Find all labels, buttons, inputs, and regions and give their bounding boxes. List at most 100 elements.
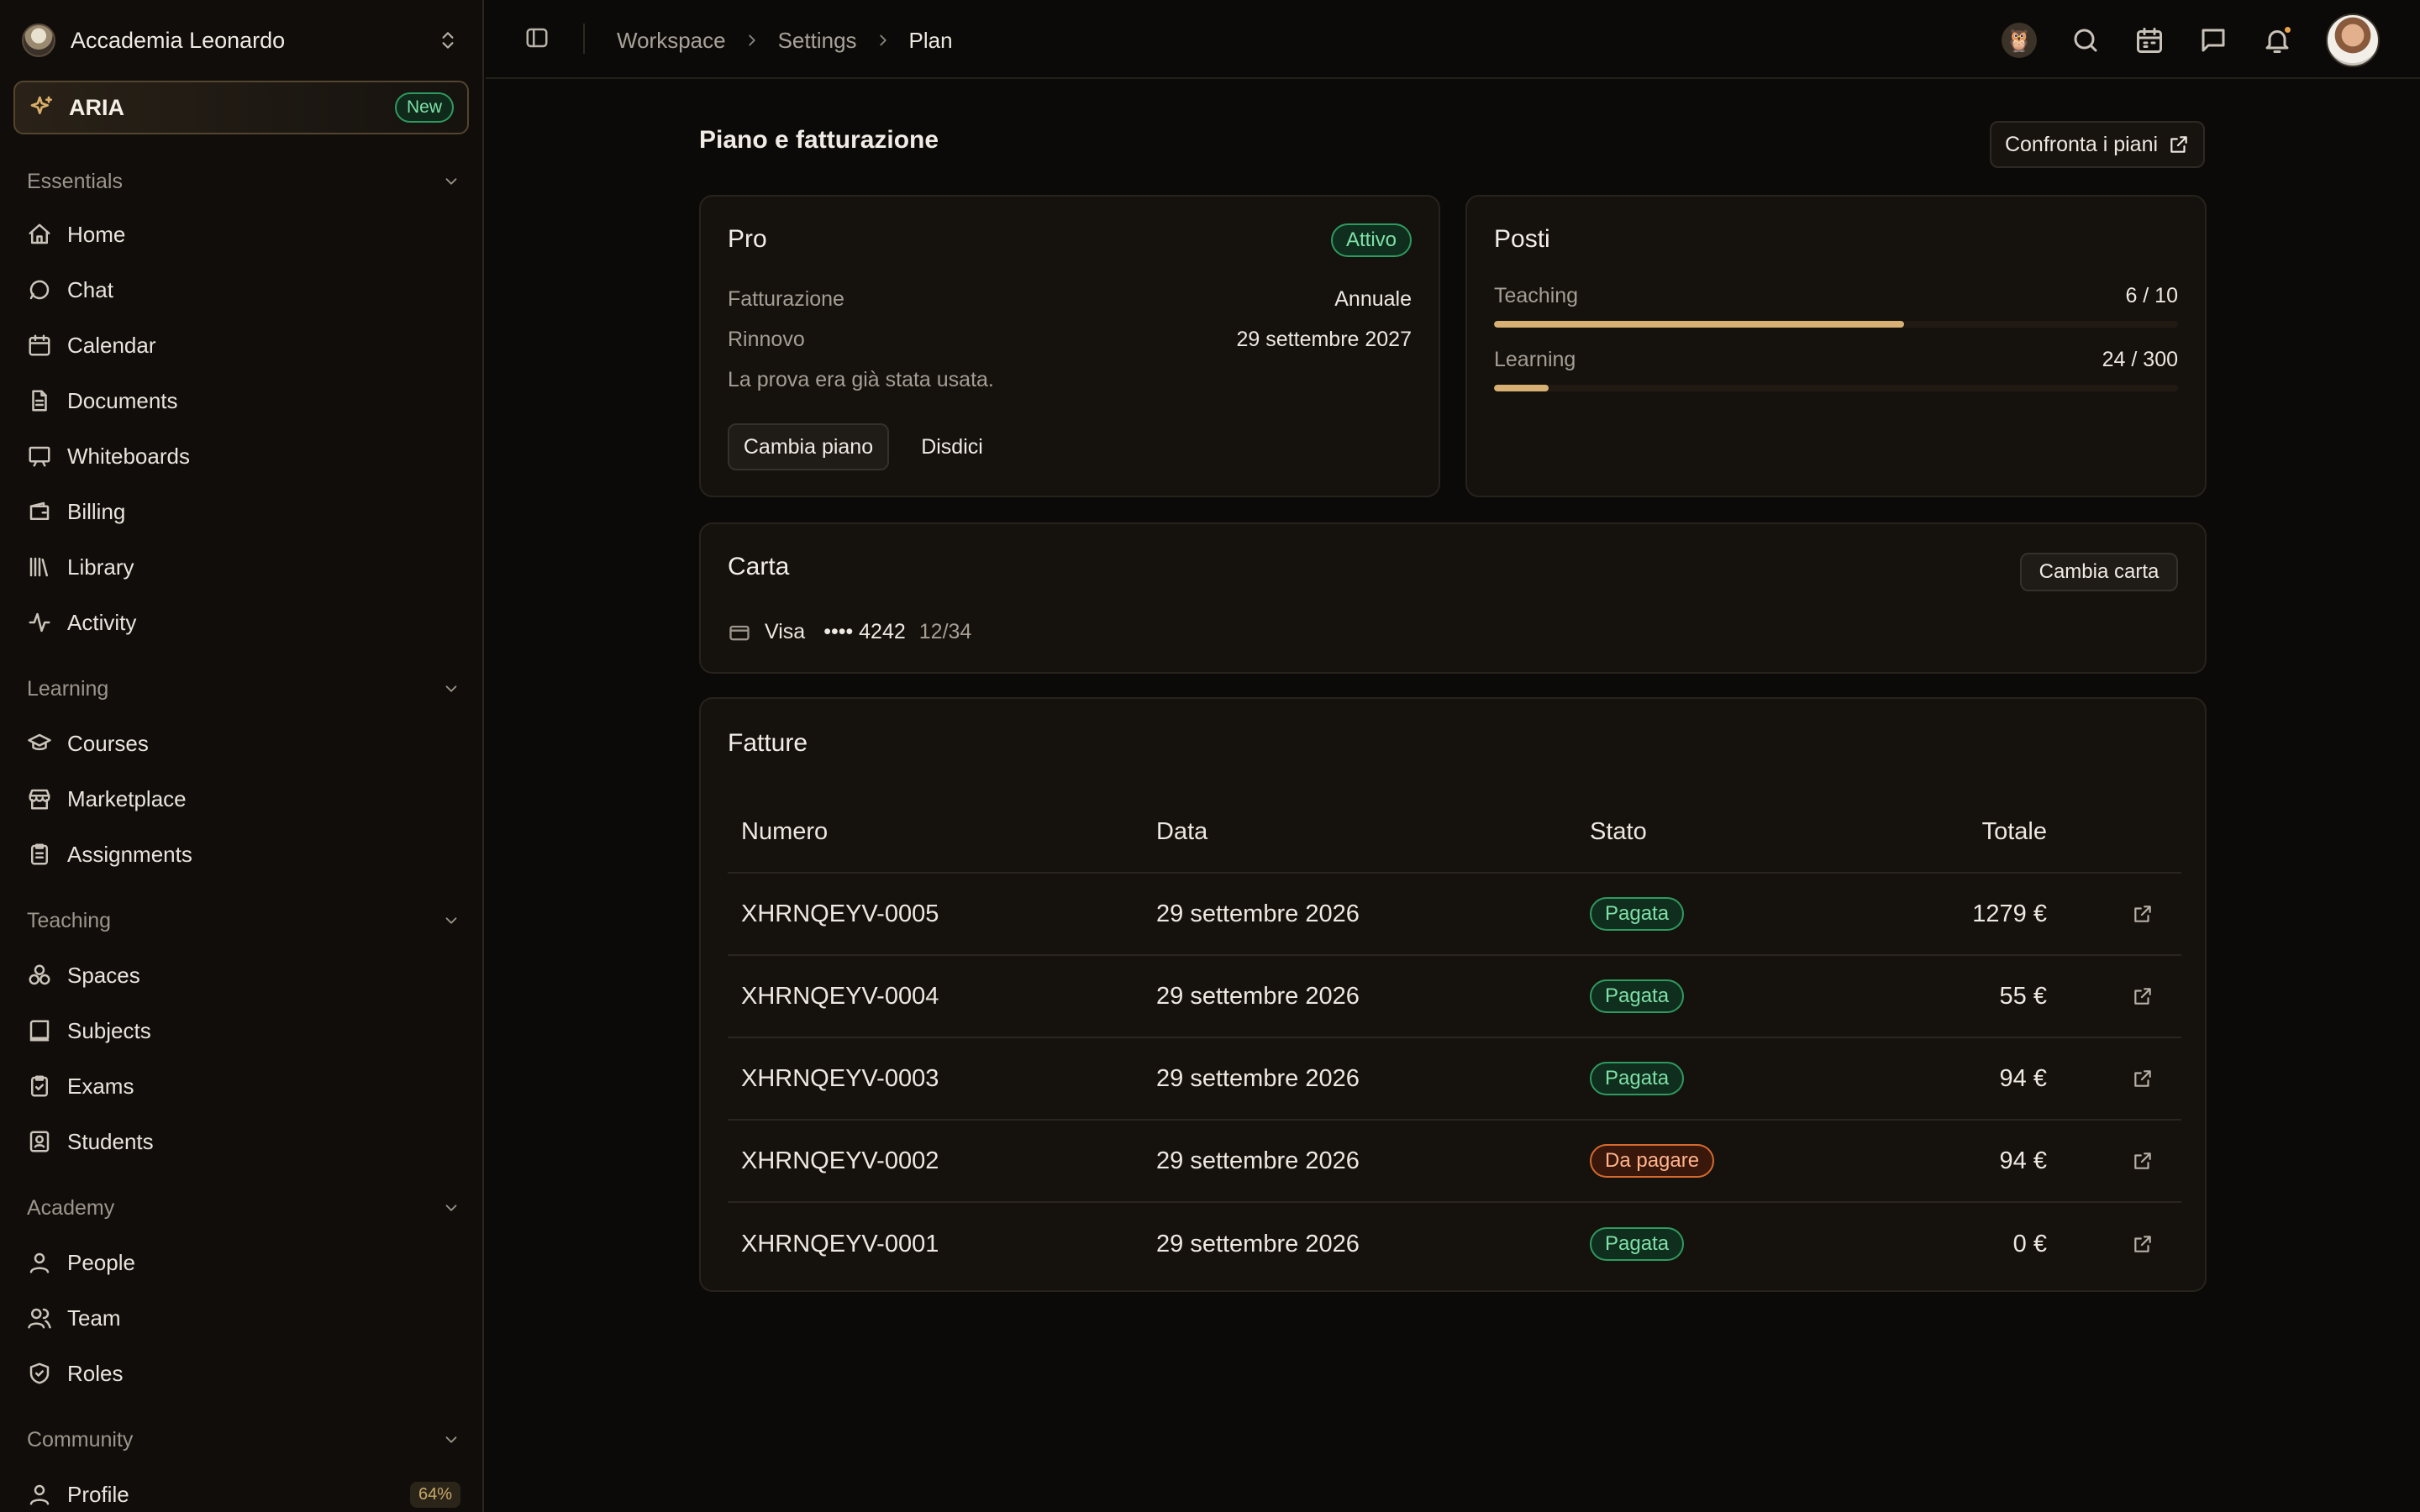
sidebar-item-students[interactable]: Students: [27, 1122, 460, 1161]
graduation-cap-icon: [27, 731, 52, 756]
topbar: Workspace Settings Plan 🦉: [486, 0, 2420, 79]
breadcrumb-workspace[interactable]: Workspace: [617, 28, 726, 54]
sidebar-item-courses[interactable]: Courses: [27, 724, 460, 763]
home-icon: [27, 222, 52, 247]
table-header: Numero Data Stato Totale: [728, 791, 2181, 874]
users-icon: [27, 1305, 52, 1331]
invoice-status-cell: Pagata: [1590, 1038, 1685, 1119]
invoice-status-badge: Pagata: [1590, 897, 1685, 931]
seat-value: 24 / 300: [2102, 347, 2178, 371]
invoice-total: 1279 €: [1972, 900, 2047, 927]
change-plan-button[interactable]: Cambia piano: [728, 423, 889, 470]
invoice-number: XHRNQEYV-0001: [741, 1230, 939, 1257]
sidebar-item-label: Documents: [67, 387, 178, 413]
open-invoice-button[interactable]: [2131, 1038, 2154, 1119]
invoice-status-cell: Da pagare: [1590, 1121, 1715, 1201]
cancel-plan-button[interactable]: Disdici: [906, 423, 998, 470]
bell-icon[interactable]: [2262, 25, 2292, 55]
sidebar-item-spaces[interactable]: Spaces: [27, 956, 460, 995]
chevron-down-icon: [442, 1431, 460, 1449]
chevron-down-icon: [442, 172, 460, 191]
invoice-date: 29 settembre 2026: [1156, 982, 1360, 1010]
section-title: Essentials: [27, 169, 123, 193]
sidebar-item-label: Subjects: [67, 1017, 151, 1043]
section-academy[interactable]: Academy: [27, 1191, 460, 1225]
sidebar-item-label: Roles: [67, 1360, 124, 1386]
sidebar-item-label: Team: [67, 1305, 121, 1331]
sidebar-item-exams[interactable]: Exams: [27, 1067, 460, 1105]
sidebar-item-label: People: [67, 1249, 135, 1275]
plan-card: Pro Attivo Fatturazione Annuale Rinnovo …: [699, 195, 1440, 497]
breadcrumb: Workspace Settings Plan: [617, 24, 953, 57]
sidebar-item-label: Marketplace: [67, 785, 187, 811]
open-invoice-button[interactable]: [2131, 874, 2154, 954]
org-switcher[interactable]: Accademia Leonardo: [22, 20, 459, 60]
invoices-table: Numero Data Stato Totale XHRNQEYV-0005 2…: [728, 791, 2181, 1285]
message-icon[interactable]: [2198, 25, 2228, 55]
section-learning[interactable]: Learning: [27, 672, 460, 706]
chevron-right-icon: [743, 31, 761, 50]
sidebar-item-documents[interactable]: Documents: [27, 381, 460, 420]
card-expiry: 12/34: [918, 620, 972, 643]
sidebar-item-subjects[interactable]: Subjects: [27, 1011, 460, 1050]
sidebar-item-label: Calendar: [67, 332, 156, 358]
sidebar-item-billing[interactable]: Billing: [27, 492, 460, 531]
sidebar-item-roles[interactable]: Roles: [27, 1354, 460, 1393]
search-icon[interactable]: [2070, 25, 2101, 55]
external-link-icon: [2168, 134, 2190, 155]
sidebar-item-label: Library: [67, 554, 134, 580]
open-invoice-button[interactable]: [2131, 956, 2154, 1037]
change-card-button[interactable]: Cambia carta: [2020, 553, 2178, 591]
invoice-date: 29 settembre 2026: [1156, 1064, 1360, 1092]
section-teaching[interactable]: Teaching: [27, 904, 460, 937]
open-invoice-button[interactable]: [2131, 1203, 2154, 1285]
seat-progress-learning: [1494, 385, 2178, 391]
sidebar-item-team[interactable]: Team: [27, 1299, 460, 1337]
billing-row: Fatturazione Annuale: [728, 284, 1412, 314]
column-header-number: Numero: [741, 817, 829, 845]
store-icon: [27, 786, 52, 811]
card-number: •••• 4242: [823, 620, 906, 643]
book-icon: [27, 1018, 52, 1043]
table-row: XHRNQEYV-0005 29 settembre 2026 Pagata 1…: [728, 874, 2181, 956]
invoice-status-cell: Pagata: [1590, 874, 1685, 954]
invoice-date: 29 settembre 2026: [1156, 900, 1360, 927]
sidebar-item-home[interactable]: Home: [27, 215, 460, 254]
open-invoice-button[interactable]: [2131, 1121, 2154, 1201]
invoice-status-cell: Pagata: [1590, 956, 1685, 1037]
sidebar-item-label: Whiteboards: [67, 443, 190, 469]
sidebar: Accademia Leonardo ARIA New Essentials H…: [0, 0, 484, 1512]
billing-label: Fatturazione: [728, 286, 844, 311]
section-community[interactable]: Community: [27, 1423, 460, 1457]
sidebar-item-people[interactable]: People: [27, 1243, 460, 1282]
invoice-number: XHRNQEYV-0005: [741, 900, 939, 927]
sidebar-item-chat[interactable]: Chat: [27, 270, 460, 309]
external-link-icon: [2132, 985, 2154, 1007]
page-title: Piano e fatturazione: [699, 126, 939, 154]
sidebar-item-marketplace[interactable]: Marketplace: [27, 780, 460, 818]
user-icon: [27, 1250, 52, 1275]
notification-dot: [2283, 25, 2292, 34]
seat-row-learning: Learning 24 / 300: [1494, 344, 2178, 375]
compare-plans-button[interactable]: Confronta i piani: [1990, 121, 2205, 168]
invoice-status-badge: Da pagare: [1590, 1144, 1715, 1178]
sidebar-item-calendar[interactable]: Calendar: [27, 326, 460, 365]
aria-button[interactable]: ARIA New: [13, 81, 469, 134]
invoice-total: 0 €: [2012, 1230, 2047, 1257]
sidebar-item-profile[interactable]: Profile 64%: [27, 1475, 460, 1512]
sidebar-toggle-icon[interactable]: [524, 25, 550, 50]
section-essentials[interactable]: Essentials: [27, 165, 460, 198]
sidebar-item-assignments[interactable]: Assignments: [27, 835, 460, 874]
new-badge: New: [394, 92, 454, 123]
payment-card: Carta Cambia carta Visa •••• 4242 12/34: [699, 522, 2207, 674]
calendar-icon[interactable]: [2134, 25, 2165, 55]
sidebar-item-whiteboards[interactable]: Whiteboards: [27, 437, 460, 475]
sidebar-item-library[interactable]: Library: [27, 548, 460, 586]
section-title: Teaching: [27, 908, 112, 932]
user-avatar[interactable]: [2326, 13, 2380, 67]
sidebar-item-label: Billing: [67, 498, 126, 524]
sidebar-item-activity[interactable]: Activity: [27, 603, 460, 642]
breadcrumb-settings[interactable]: Settings: [778, 28, 857, 54]
owl-mascot-icon[interactable]: 🦉: [2002, 23, 2037, 58]
seats-title: Posti: [1494, 225, 1550, 253]
